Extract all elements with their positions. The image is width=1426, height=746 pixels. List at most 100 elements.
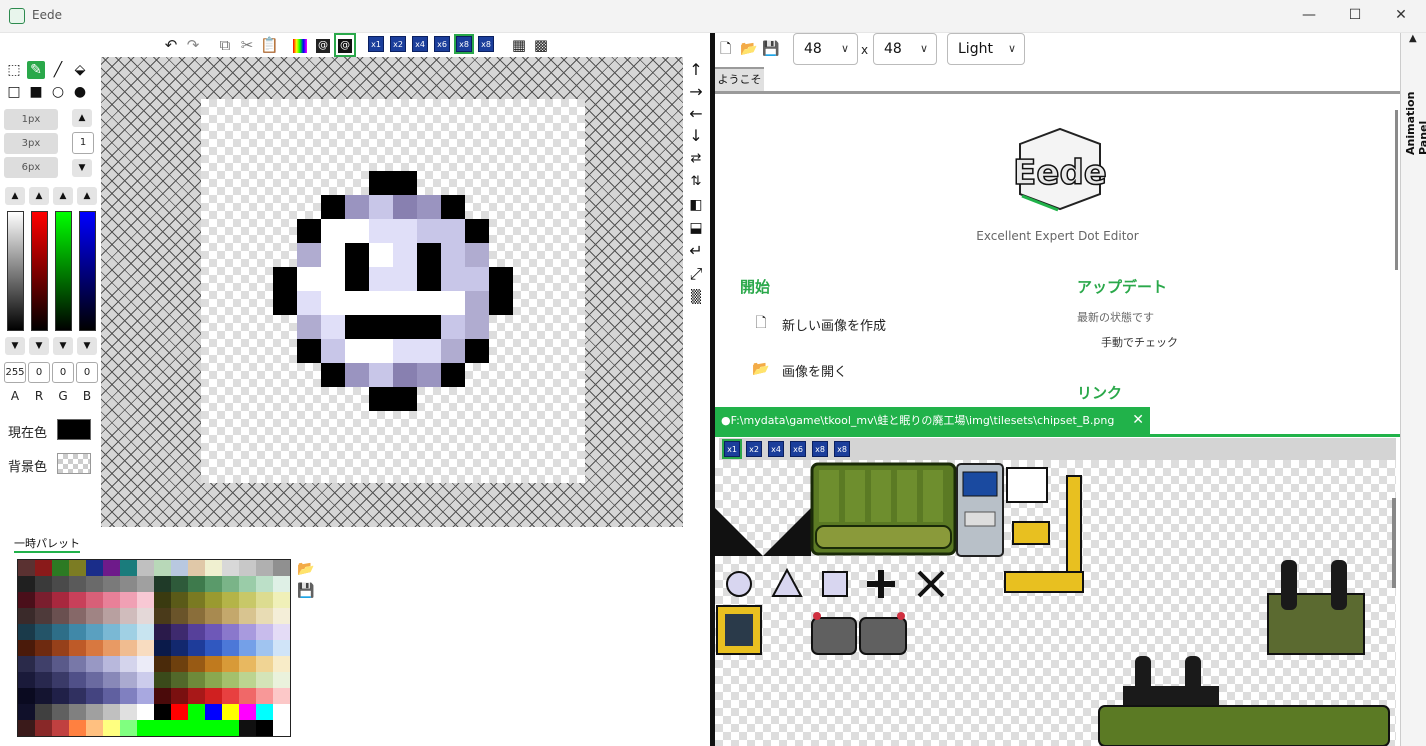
pen-size-6px-button[interactable]: 6px (4, 157, 58, 178)
palette-swatch[interactable] (273, 688, 290, 704)
red-down-button[interactable]: ▼ (29, 337, 49, 355)
palette-swatch[interactable] (86, 592, 103, 608)
palette-swatch[interactable] (256, 688, 273, 704)
palette-swatch[interactable] (205, 624, 222, 640)
palette-swatch[interactable] (137, 624, 154, 640)
palette-swatch[interactable] (171, 720, 188, 736)
palette-swatch[interactable] (35, 560, 52, 576)
palette-swatch[interactable] (222, 720, 239, 736)
palette-swatch[interactable] (154, 560, 171, 576)
new-file-icon[interactable]: 🗋 (720, 33, 731, 65)
dither-icon[interactable]: ▒ (685, 288, 707, 308)
palette-swatch[interactable] (222, 704, 239, 720)
resize-icon[interactable]: ⤢ (685, 264, 707, 284)
palette-swatch[interactable] (239, 608, 256, 624)
palette-swatch[interactable] (171, 640, 188, 656)
palette-swatch[interactable] (188, 592, 205, 608)
alpha-input[interactable]: 255 (4, 362, 26, 383)
palette-swatch[interactable] (86, 560, 103, 576)
palette-swatch[interactable] (120, 576, 137, 592)
palette-swatch[interactable] (188, 624, 205, 640)
palette-swatch[interactable] (86, 608, 103, 624)
palette-swatch[interactable] (52, 672, 69, 688)
palette-swatch[interactable] (222, 640, 239, 656)
palette-swatch[interactable] (256, 704, 273, 720)
palette-swatch[interactable] (256, 560, 273, 576)
palette-swatch[interactable] (154, 624, 171, 640)
undo-icon[interactable]: ↶ (162, 35, 180, 55)
palette-swatch[interactable] (35, 720, 52, 736)
palette-swatch[interactable] (171, 592, 188, 608)
line-tool-icon[interactable]: ╱ (49, 61, 67, 79)
palette-swatch[interactable] (69, 608, 86, 624)
palette-swatch[interactable] (239, 720, 256, 736)
palette-swatch[interactable] (171, 656, 188, 672)
cut-icon[interactable]: ✂ (238, 35, 256, 55)
palette-swatch[interactable] (103, 624, 120, 640)
rotate-icon[interactable]: ↵ (685, 241, 707, 261)
height-select[interactable]: 48 ∨ (873, 33, 937, 65)
palette-swatch[interactable] (69, 560, 86, 576)
palette-swatch[interactable] (239, 704, 256, 720)
palette-swatch[interactable] (188, 704, 205, 720)
pen-size-input[interactable]: 1 (72, 132, 94, 154)
palette-swatch[interactable] (69, 576, 86, 592)
palette-swatch[interactable] (171, 688, 188, 704)
palette-title[interactable]: 一時パレット (14, 535, 80, 553)
green-input[interactable]: 0 (52, 362, 74, 383)
palette-swatch[interactable] (86, 672, 103, 688)
palette-swatch[interactable] (18, 672, 35, 688)
alpha-slider[interactable] (7, 211, 24, 331)
palette-swatch[interactable] (52, 576, 69, 592)
shift-right-icon[interactable]: → (685, 82, 707, 102)
palette-swatch[interactable] (154, 720, 171, 736)
open-folder-icon[interactable]: 📂 (740, 33, 757, 65)
palette-swatch[interactable] (103, 688, 120, 704)
palette-swatch[interactable] (86, 720, 103, 736)
scale-x2-button[interactable]: x2 (390, 36, 406, 52)
palette-swatch[interactable] (222, 576, 239, 592)
palette-swatch[interactable] (137, 672, 154, 688)
palette-swatch[interactable] (52, 688, 69, 704)
palette-swatch[interactable] (52, 624, 69, 640)
shift-down-icon[interactable]: ↓ (685, 126, 707, 146)
palette-swatch[interactable] (188, 608, 205, 624)
color-palette-icon[interactable] (291, 35, 309, 55)
palette-swatch[interactable] (256, 608, 273, 624)
pen-size-1px-button[interactable]: 1px (4, 109, 58, 130)
scale-x6-button[interactable]: x6 (434, 36, 450, 52)
palette-swatch[interactable] (273, 624, 290, 640)
palette-swatch[interactable] (205, 608, 222, 624)
palette-swatch[interactable] (137, 576, 154, 592)
palette-swatch[interactable] (52, 592, 69, 608)
palette-swatch[interactable] (273, 592, 290, 608)
tileset-scale-x1-button[interactable]: x1 (722, 439, 742, 459)
palette-swatch[interactable] (69, 640, 86, 656)
palette-swatch[interactable] (35, 656, 52, 672)
filled-ellipse-tool-icon[interactable]: ● (71, 83, 89, 101)
palette-swatch[interactable] (154, 672, 171, 688)
palette-swatch[interactable] (188, 560, 205, 576)
palette-swatch[interactable] (256, 624, 273, 640)
new-image-link[interactable]: 新しい画像を作成 (782, 315, 886, 334)
palette-swatch[interactable] (35, 608, 52, 624)
scale-x8-alt-button[interactable]: x8 (478, 36, 494, 52)
palette-swatch[interactable] (35, 592, 52, 608)
green-down-button[interactable]: ▼ (53, 337, 73, 355)
palette-swatch[interactable] (256, 656, 273, 672)
select-tool-icon[interactable]: ⬚ (5, 61, 23, 79)
palette-swatch[interactable] (188, 656, 205, 672)
palette-swatch[interactable] (205, 576, 222, 592)
palette-swatch[interactable] (137, 688, 154, 704)
palette-swatch[interactable] (205, 720, 222, 736)
palette-swatch[interactable] (103, 576, 120, 592)
palette-swatch[interactable] (239, 688, 256, 704)
green-slider[interactable] (55, 211, 72, 331)
palette-swatch[interactable] (69, 656, 86, 672)
palette-swatch[interactable] (171, 624, 188, 640)
tileset-scale-x8-button[interactable]: x8 (812, 441, 828, 457)
red-slider[interactable] (31, 211, 48, 331)
palette-swatch[interactable] (35, 576, 52, 592)
palette-swatch[interactable] (120, 720, 137, 736)
pen-size-3px-button[interactable]: 3px (4, 133, 58, 154)
